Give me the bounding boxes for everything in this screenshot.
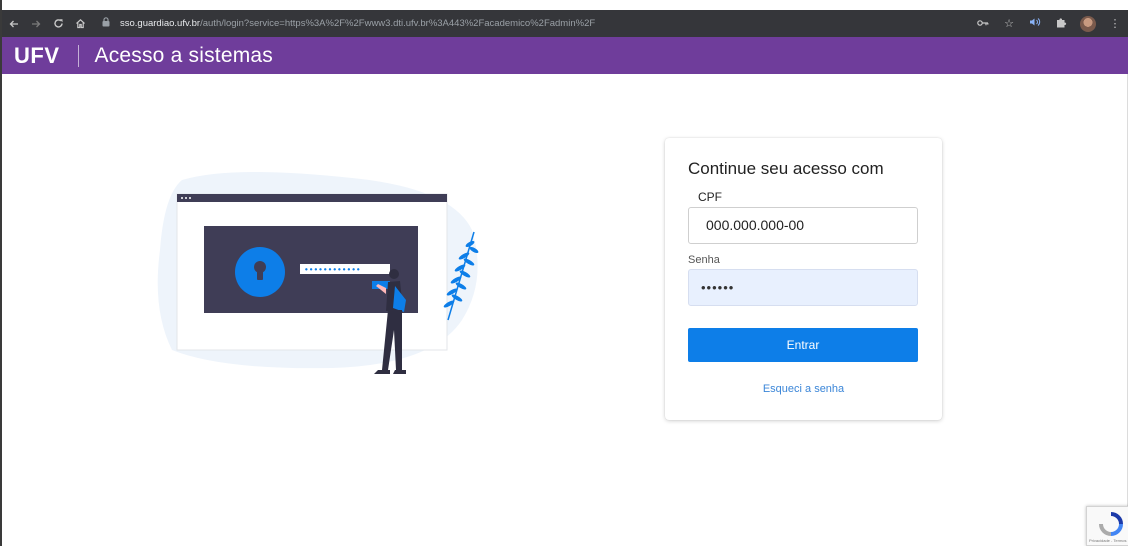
audio-icon[interactable]	[1028, 17, 1042, 30]
home-icon[interactable]	[70, 18, 90, 29]
app-header: UFV Acesso a sistemas	[2, 37, 1128, 74]
profile-avatar[interactable]	[1080, 15, 1096, 32]
reload-icon[interactable]	[48, 18, 68, 29]
key-icon[interactable]	[976, 18, 990, 30]
header-divider	[77, 44, 79, 67]
illustration-window-bar	[177, 194, 447, 202]
recaptcha-badge[interactable]: Privacidade - Termos	[1086, 506, 1128, 546]
illustration-password-dots: ••••••••••••	[304, 266, 361, 275]
security-illustration: ••••••••••••	[157, 171, 479, 374]
top-strip	[2, 0, 1128, 10]
back-arrow-icon[interactable]	[4, 19, 24, 29]
forgot-password-link[interactable]: Esqueci a senha	[665, 383, 942, 395]
url-path: /auth/login?service=https%3A%2F%2Fwww3.d…	[200, 18, 596, 29]
browser-toolbar: sso.guardiao.ufv.br/auth/login?service=h…	[2, 10, 1128, 37]
login-card: Continue seu acesso com CPF 000.000.000-…	[665, 138, 942, 420]
address-bar[interactable]: sso.guardiao.ufv.br/auth/login?service=h…	[102, 14, 632, 34]
forward-arrow-icon[interactable]	[26, 19, 46, 29]
browser-window: sso.guardiao.ufv.br/auth/login?service=h…	[0, 0, 1128, 546]
lock-icon	[102, 17, 114, 30]
recaptcha-footer: Privacidade - Termos	[1089, 538, 1127, 543]
senha-label: Senha	[688, 254, 720, 266]
ufv-logo[interactable]: UFV	[14, 43, 60, 69]
recaptcha-icon	[1099, 512, 1123, 536]
extensions-puzzle-icon[interactable]	[1054, 17, 1068, 31]
kebab-menu-icon[interactable]: ⋮	[1108, 17, 1122, 30]
cpf-input[interactable]: 000.000.000-00	[688, 207, 918, 244]
toolbar-actions: ☆ ⋮	[976, 10, 1122, 37]
senha-input[interactable]: ••••••	[688, 269, 918, 306]
page-title: Acesso a sistemas	[94, 43, 273, 67]
entrar-button[interactable]: Entrar	[688, 328, 918, 362]
bookmark-star-icon[interactable]: ☆	[1002, 17, 1016, 30]
login-heading: Continue seu acesso com	[688, 159, 884, 178]
url-host: sso.guardiao.ufv.br	[120, 18, 201, 29]
cpf-label: CPF	[698, 190, 722, 204]
